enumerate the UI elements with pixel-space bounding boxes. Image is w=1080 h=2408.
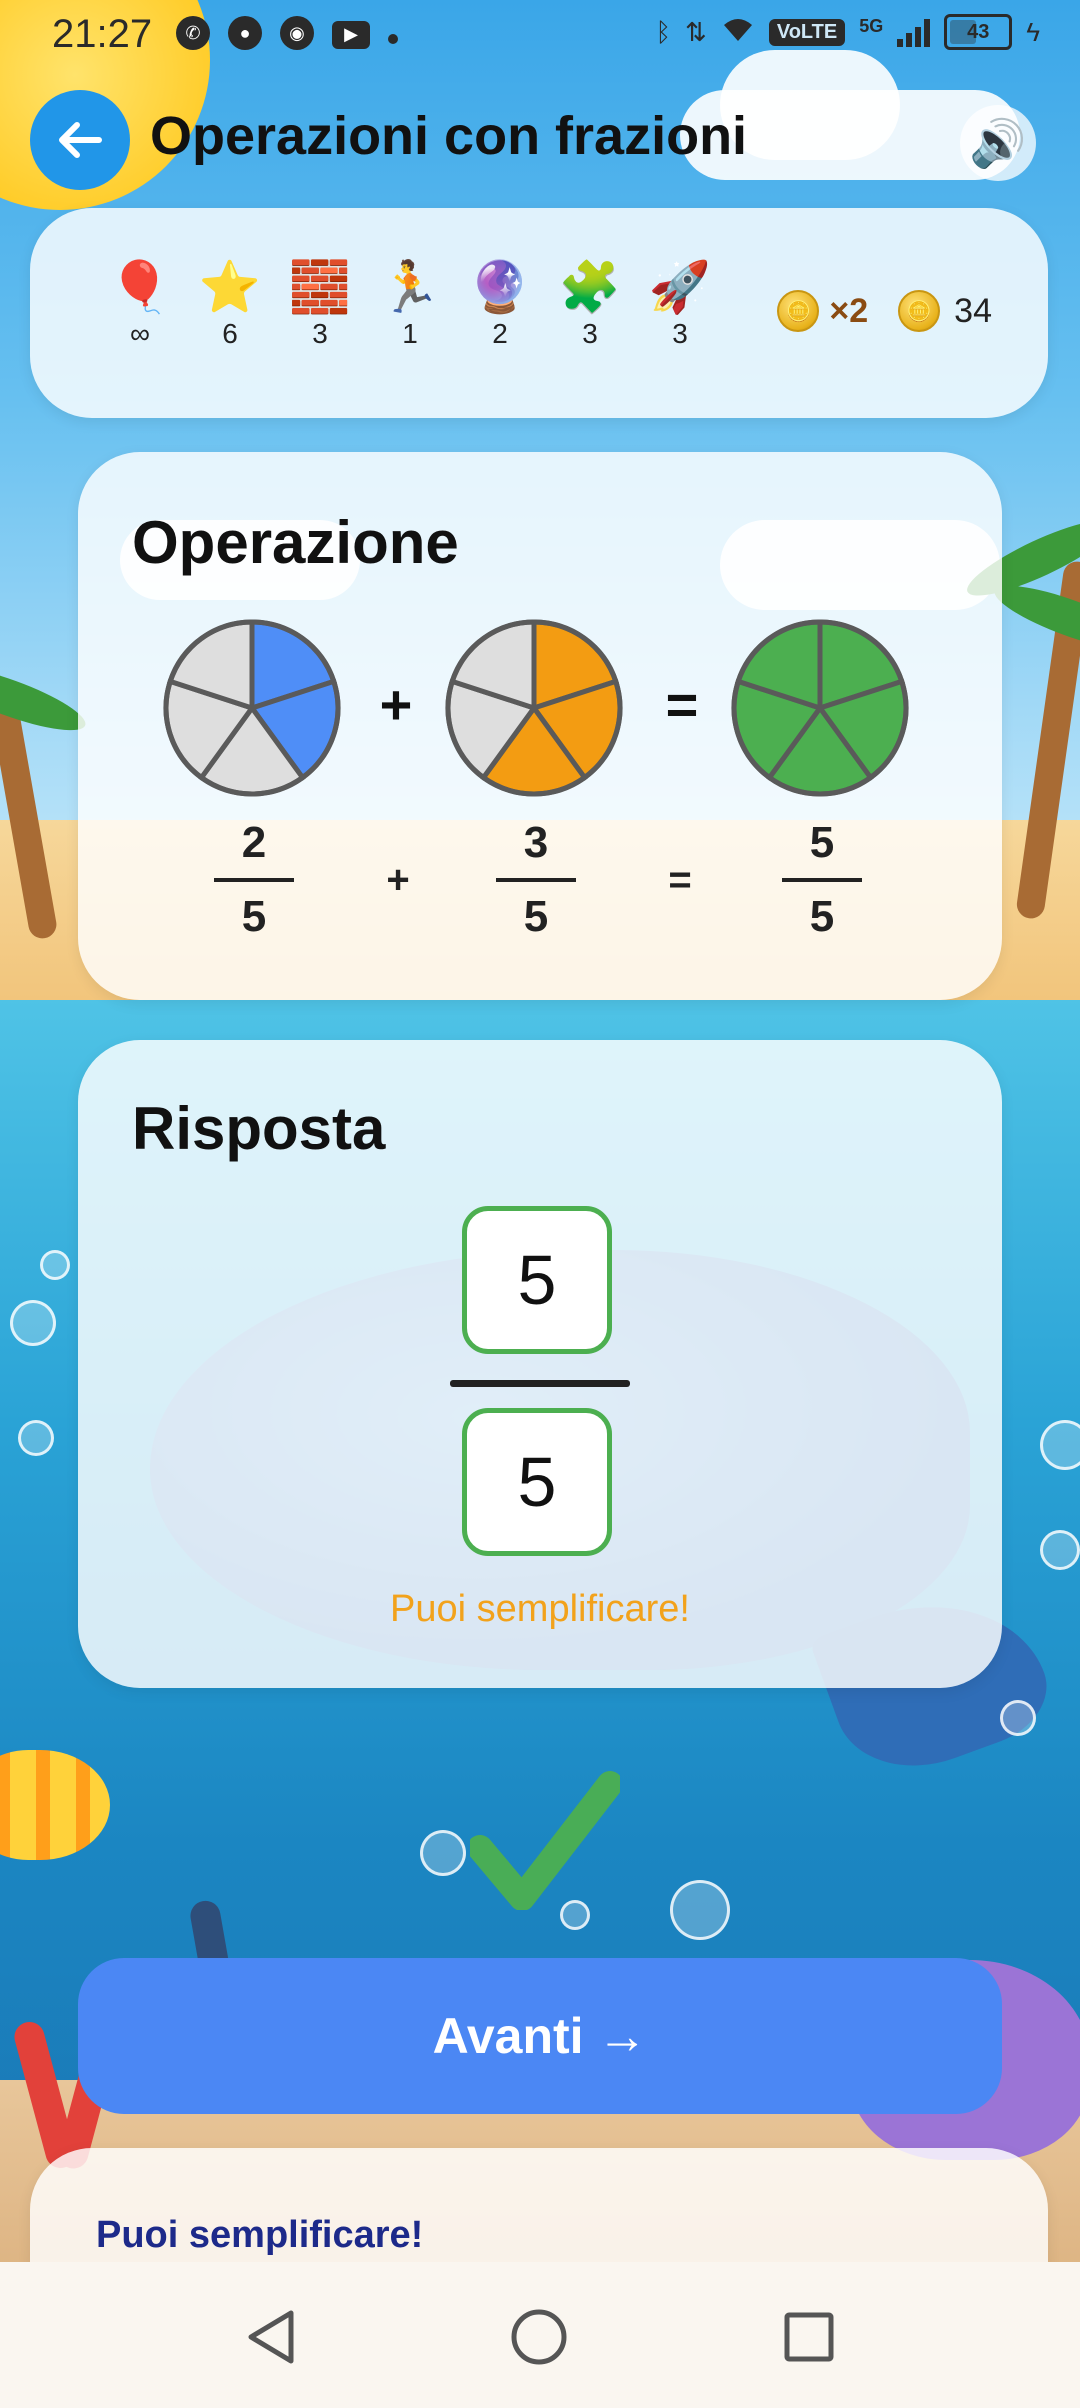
signal-strength-icon — [897, 17, 931, 47]
page-title: Operazioni con frazioni — [150, 106, 748, 166]
denominator-input[interactable]: 5 — [462, 1408, 612, 1556]
inventory-panel: 🎈 ∞ ⭐ 6 🧱 3 🏃 1 🔮 2 🧩 3 🚀 3 🪙 ×2 🪙 34 — [30, 208, 1048, 418]
coin-multiplier: ×2 — [829, 291, 869, 330]
powerup-rocket[interactable]: 🚀 3 — [648, 258, 712, 350]
fraction-pie-1 — [163, 619, 341, 797]
notification-icons: ✆ ● ◉ ▶ — [176, 16, 398, 50]
powerup-count: 1 — [402, 318, 418, 349]
bluetooth-icon: ᛒ — [655, 16, 672, 47]
denominator: 5 — [241, 892, 267, 941]
fraction-bar — [450, 1380, 630, 1387]
fraction-bar — [496, 878, 576, 882]
speaker-icon: 🔊 — [969, 116, 1027, 169]
balloon-icon: 🎈 — [108, 259, 172, 315]
powerup-count: 3 — [312, 318, 328, 349]
youtube-icon: ▶ — [332, 20, 370, 49]
crystal-ball-icon: 🔮 — [468, 259, 532, 315]
rocket-icon: 🚀 — [648, 259, 712, 315]
coin-counter: 🪙 ×2 🪙 34 — [777, 290, 992, 332]
battery-level: 43 — [967, 20, 990, 43]
bubble — [420, 1830, 466, 1876]
nav-home-button[interactable] — [504, 2302, 574, 2372]
bubble — [10, 1300, 56, 1346]
fraction-bar — [214, 878, 294, 882]
feedback-message: Puoi semplificare! — [96, 2214, 424, 2256]
bubble — [40, 1250, 70, 1280]
powerup-count: 3 — [672, 318, 688, 349]
coin-count: 34 — [954, 291, 992, 330]
equals-sign: = — [665, 673, 699, 736]
github-icon: ◉ — [280, 16, 314, 50]
powerup-count: 3 — [582, 318, 598, 349]
operation-panel: Operazione + = 2 5 + 3 5 = 5 5 — [78, 452, 1002, 1000]
fraction-2: 3 5 — [496, 818, 576, 942]
status-indicators: ᛒ ⇅ VoLTE 5G 43 ϟ — [655, 14, 1040, 50]
denominator: 5 — [523, 892, 549, 941]
nav-back-button[interactable] — [236, 2302, 306, 2372]
powerup-puzzle[interactable]: 🧩 3 — [558, 258, 622, 350]
powerup-count: 2 — [492, 318, 508, 349]
more-notifications-dot-icon — [388, 34, 398, 44]
powerup-runner[interactable]: 🏃 1 — [378, 258, 442, 350]
status-time: 21:27 — [52, 12, 153, 56]
fraction-pie-result — [731, 619, 909, 797]
system-navigation-bar — [0, 2262, 1080, 2408]
numerator: 5 — [809, 818, 835, 867]
numerator: 2 — [241, 818, 267, 867]
volte-badge: VoLTE — [768, 18, 846, 46]
powerup-star[interactable]: ⭐ 6 — [198, 258, 262, 350]
battery-icon: 43 — [944, 14, 1013, 50]
checkmark-icon — [470, 1771, 620, 1910]
circle-home-icon — [511, 2309, 567, 2365]
powerup-count: ∞ — [130, 318, 150, 349]
powerup-list: 🎈 ∞ ⭐ 6 🧱 3 🏃 1 🔮 2 🧩 3 🚀 3 — [108, 258, 712, 350]
back-button[interactable] — [30, 90, 130, 190]
runner-icon: 🏃 — [378, 259, 442, 315]
sound-button[interactable]: 🔊 — [960, 105, 1036, 181]
network-type: 5G — [859, 15, 884, 36]
powerup-count: 6 — [222, 318, 238, 349]
simplify-hint: Puoi semplificare! — [390, 1588, 690, 1630]
operation-title: Operazione — [132, 509, 459, 576]
wifi-icon — [721, 15, 755, 50]
nav-recents-button[interactable] — [774, 2302, 844, 2372]
numerator: 3 — [523, 818, 549, 867]
plus-sign-small: + — [386, 858, 410, 902]
data-arrows-icon: ⇅ — [685, 16, 707, 47]
fraction-result: 5 5 — [782, 818, 862, 942]
powerup-crystal-ball[interactable]: 🔮 2 — [468, 258, 532, 350]
fraction-pie-2 — [445, 619, 623, 797]
answer-panel: Risposta 5 5 Puoi semplificare! — [78, 1040, 1002, 1688]
whatsapp-icon: ✆ — [176, 16, 210, 50]
fraction-1: 2 5 — [214, 818, 294, 942]
triangle-back-icon — [248, 2310, 294, 2364]
coin-icon: 🪙 — [898, 290, 941, 332]
fraction-bar — [782, 878, 862, 882]
equals-sign-small: = — [668, 858, 692, 902]
bubble — [1000, 1700, 1036, 1736]
plus-sign: + — [379, 673, 413, 736]
bubble — [670, 1880, 730, 1940]
powerup-balloon[interactable]: 🎈 ∞ — [108, 258, 172, 350]
powerup-brick[interactable]: 🧱 3 — [288, 258, 352, 350]
chat-bubble-icon: ● — [228, 16, 262, 50]
puzzle-icon: 🧩 — [558, 259, 622, 315]
arrow-left-icon — [59, 122, 102, 158]
status-bar: 21:27 ✆ ● ◉ ▶ ᛒ ⇅ VoLTE 5G 43 ϟ — [0, 0, 1080, 72]
square-recents-icon — [784, 2312, 834, 2362]
next-button[interactable]: Avanti → — [78, 1958, 1002, 2114]
brick-icon: 🧱 — [288, 259, 352, 315]
numerator-input[interactable]: 5 — [462, 1206, 612, 1354]
bubble — [18, 1420, 54, 1456]
answer-title: Risposta — [132, 1095, 386, 1162]
charging-icon: ϟ — [1026, 16, 1040, 47]
coin-icon: 🪙 — [777, 290, 820, 332]
bubble — [1040, 1530, 1080, 1570]
star-icon: ⭐ — [198, 259, 262, 315]
denominator: 5 — [809, 892, 835, 941]
